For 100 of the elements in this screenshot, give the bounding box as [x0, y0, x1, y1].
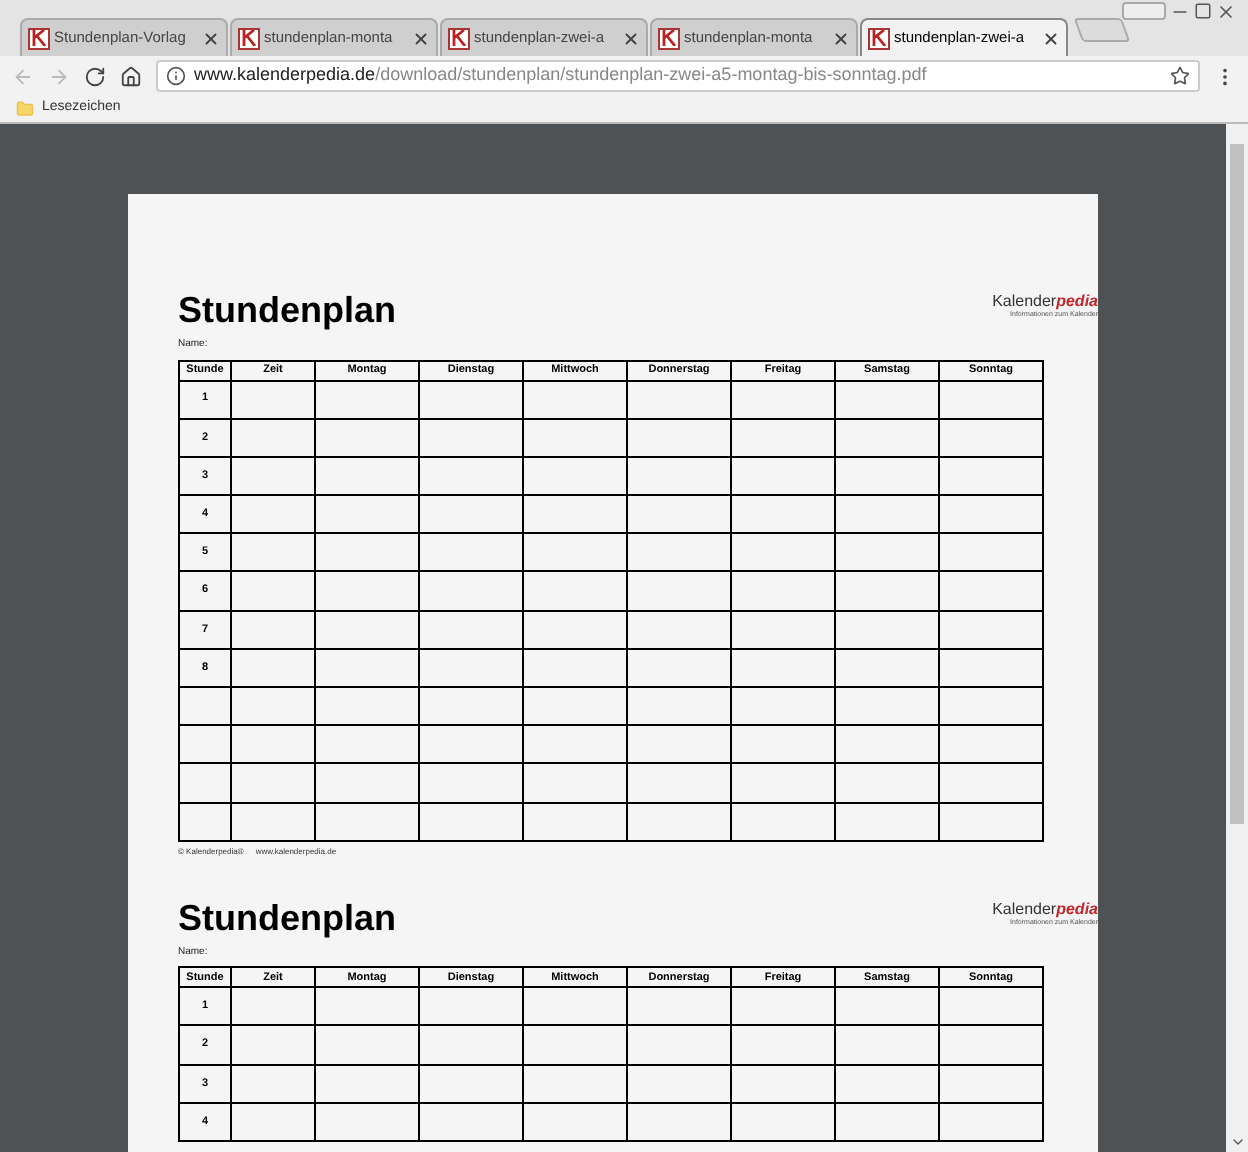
- table-cell: [316, 803, 420, 842]
- table-cell: [420, 572, 524, 612]
- table-cell: [420, 381, 524, 420]
- table-cell: [628, 572, 732, 612]
- table-cell: [316, 1103, 420, 1142]
- table-cell: [420, 1103, 524, 1142]
- table-cell: [232, 688, 316, 727]
- scrollbar[interactable]: [1226, 124, 1248, 1152]
- table-cell: [732, 381, 836, 420]
- table-cell: [836, 419, 940, 458]
- table-cell: [940, 381, 1044, 420]
- k-logo-icon: [448, 27, 470, 49]
- table-cell: [628, 534, 732, 573]
- table-cell: [232, 496, 316, 535]
- table-cell: [732, 457, 836, 497]
- table-cell: [940, 1103, 1044, 1142]
- table-cell: [316, 381, 420, 420]
- table-cell: [316, 496, 420, 535]
- table-cell: [940, 988, 1044, 1027]
- table-cell: [524, 803, 628, 842]
- table-cell: [732, 572, 836, 612]
- url-text: www.kalenderpedia.de/download/stundenplan/stundenplan-zwei-a5-montag-bis-sonntag.pdf: [194, 62, 929, 89]
- table-cell: [836, 572, 940, 612]
- close-icon[interactable]: [412, 29, 430, 47]
- table-cell: [524, 688, 628, 727]
- table-cell: [420, 688, 524, 727]
- table-cell: [732, 764, 836, 804]
- table-cell: [940, 803, 1044, 842]
- table-cell: [232, 1026, 316, 1066]
- table-cell: [940, 1026, 1044, 1066]
- close-icon[interactable]: [1042, 29, 1060, 47]
- table-cell: [836, 496, 940, 535]
- table-cell: [940, 496, 1044, 535]
- table-cell: [524, 496, 628, 535]
- address-bar[interactable]: www.kalenderpedia.de/download/stundenplan/stundenplan-zwei-a5-montag-bis-sonntag.pdf: [156, 60, 1200, 92]
- table-cell: [732, 1065, 836, 1104]
- table-cell: [940, 572, 1044, 612]
- table-cell: [524, 457, 628, 497]
- table-cell: [836, 381, 940, 420]
- table-cell: [628, 726, 732, 765]
- table-cell: [940, 1065, 1044, 1104]
- table-cell: [316, 1065, 420, 1104]
- k-logo-icon: [28, 27, 50, 49]
- table-cell: [732, 688, 836, 727]
- table-cell: [836, 611, 940, 650]
- table-cell: [628, 1103, 732, 1142]
- table-cell: [836, 649, 940, 688]
- table-cell: [232, 764, 316, 804]
- table-cell: [420, 419, 524, 458]
- table-cell: [316, 572, 420, 612]
- table-cell: [628, 803, 732, 842]
- table-cell: [732, 726, 836, 765]
- table-cell: [420, 457, 524, 497]
- table-cell: [420, 988, 524, 1027]
- close-icon[interactable]: [202, 29, 220, 47]
- table-cell: [524, 764, 628, 804]
- scrollbar-thumb[interactable]: [1230, 144, 1244, 824]
- table-cell: [732, 988, 836, 1027]
- table-cell: [628, 1065, 732, 1104]
- table-cell: [940, 688, 1044, 727]
- table-cell: [628, 381, 732, 420]
- table-cell: [420, 649, 524, 688]
- table-cell: [232, 649, 316, 688]
- table-cell: [628, 457, 732, 497]
- table-cell: [628, 688, 732, 727]
- close-icon[interactable]: [622, 29, 640, 47]
- table-cell: [524, 1103, 628, 1142]
- table-cell: [316, 611, 420, 650]
- logo-wordmark: Kalender: [992, 899, 1057, 917]
- table-cell: [524, 534, 628, 573]
- bookmark-star-icon[interactable]: [1170, 66, 1190, 86]
- table-cell: [316, 1026, 420, 1066]
- table-cell: [420, 611, 524, 650]
- table-cell: [732, 649, 836, 688]
- table-cell: [232, 419, 316, 458]
- maximize-icon[interactable]: [1194, 2, 1212, 20]
- table-cell: [836, 803, 940, 842]
- scroll-down-icon[interactable]: [1229, 1134, 1245, 1150]
- table-cell: [232, 988, 316, 1027]
- home-icon[interactable]: [120, 65, 142, 87]
- folder-icon: [16, 100, 34, 118]
- table-cell: [524, 611, 628, 650]
- table-cell: [232, 611, 316, 650]
- close-window-icon[interactable]: [1216, 2, 1236, 22]
- table-cell: [524, 572, 628, 612]
- table-cell: [732, 1103, 836, 1142]
- table-cell: [836, 988, 940, 1027]
- k-logo-icon: [238, 27, 260, 49]
- table-cell: [628, 764, 732, 804]
- close-icon[interactable]: [832, 29, 850, 47]
- table-cell: [232, 1065, 316, 1104]
- table-cell: [420, 764, 524, 804]
- table-cell: [316, 534, 420, 573]
- table-cell: [232, 726, 316, 765]
- plan-title: Stundenplan: [178, 290, 396, 330]
- table-cell: [420, 534, 524, 573]
- table-cell: [420, 726, 524, 765]
- table-cell: [628, 611, 732, 650]
- reload-icon[interactable]: [84, 65, 106, 87]
- table-cell: [420, 803, 524, 842]
